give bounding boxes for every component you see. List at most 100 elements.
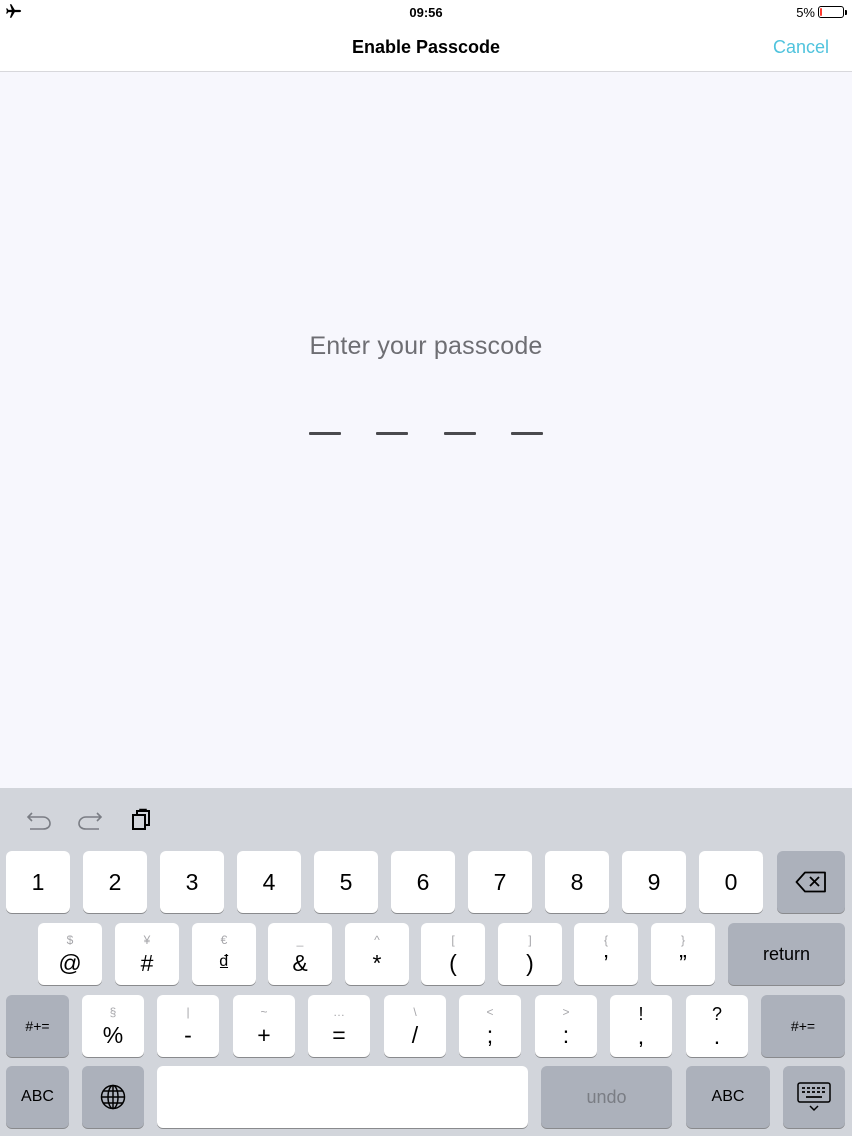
key-alt-label: … bbox=[333, 1004, 345, 1019]
key-label: . bbox=[713, 1022, 721, 1049]
key-alt-label: > bbox=[562, 1004, 570, 1019]
key-quote[interactable]: }” bbox=[651, 923, 715, 985]
key-label: + bbox=[257, 1021, 271, 1048]
globe-button[interactable] bbox=[82, 1066, 144, 1128]
key-label: = bbox=[332, 1021, 346, 1048]
status-bar: 09:56 5% bbox=[0, 0, 852, 24]
key-alt-label: € bbox=[220, 932, 228, 947]
return-label: return bbox=[762, 943, 811, 964]
undo-button[interactable]: undo bbox=[541, 1066, 672, 1128]
key-alt-label: § bbox=[109, 1004, 117, 1019]
symbols-shift-left[interactable]: #+= bbox=[6, 995, 69, 1057]
key-alt-label: $ bbox=[66, 932, 74, 947]
key-minus[interactable]: | - bbox=[157, 995, 219, 1057]
battery-icon bbox=[818, 6, 847, 18]
key-label: # bbox=[140, 949, 154, 976]
key-alt-label: \ bbox=[413, 1004, 417, 1019]
symbols-shift-label: #+= bbox=[790, 1018, 816, 1034]
key-label: ₫ bbox=[218, 949, 230, 976]
key-slash[interactable]: \ / bbox=[384, 995, 446, 1057]
abc-label: ABC bbox=[711, 1088, 745, 1105]
paste-icon[interactable] bbox=[127, 806, 155, 834]
header-area: 09:56 5% Enable Passcode Cancel bbox=[0, 0, 852, 72]
key-label: 4 bbox=[262, 868, 276, 895]
abc-label: ABC bbox=[21, 1088, 54, 1105]
key-label: ” bbox=[679, 949, 687, 976]
battery-indicator: 5% bbox=[796, 4, 847, 20]
key-alt-label: _ bbox=[296, 932, 304, 947]
key-alt-label: ~ bbox=[260, 1004, 268, 1019]
passcode-field[interactable] bbox=[309, 432, 543, 436]
key-plus[interactable]: ~ + bbox=[233, 995, 295, 1057]
symbols-shift-right[interactable]: #+= bbox=[761, 995, 845, 1057]
key-asterisk[interactable]: ^ * bbox=[345, 923, 409, 985]
key-label: , bbox=[637, 1022, 645, 1049]
keyboard-dismiss-icon bbox=[797, 1082, 831, 1112]
key-equals[interactable]: … = bbox=[308, 995, 370, 1057]
key-2[interactable]: 2 bbox=[83, 851, 147, 913]
undo-icon[interactable] bbox=[25, 806, 53, 834]
key-alt-label: ] bbox=[528, 932, 532, 947]
passcode-digit-4 bbox=[510, 432, 543, 435]
key-close-paren[interactable]: ]) bbox=[498, 923, 562, 985]
delete-icon bbox=[795, 871, 826, 893]
key-6[interactable]: 6 bbox=[391, 851, 455, 913]
key-percent[interactable]: §% bbox=[82, 995, 144, 1057]
status-time: 09:56 bbox=[409, 5, 443, 20]
key-label: ’ bbox=[603, 949, 609, 976]
key-label: ) bbox=[526, 949, 534, 976]
redo-icon[interactable] bbox=[76, 806, 104, 834]
key-label: * bbox=[372, 949, 382, 976]
key-alt-label: [ bbox=[451, 932, 455, 947]
key-alt-label: { bbox=[603, 932, 608, 947]
passcode-prompt: Enter your passcode bbox=[309, 332, 543, 360]
key-label: 8 bbox=[570, 868, 584, 895]
key-semicolon[interactable]: <; bbox=[459, 995, 521, 1057]
return-button[interactable]: return bbox=[728, 923, 845, 985]
key-7[interactable]: 7 bbox=[468, 851, 532, 913]
key-apostrophe[interactable]: {’ bbox=[574, 923, 638, 985]
passcode-digit-1 bbox=[309, 432, 341, 435]
key-hash[interactable]: ¥ # bbox=[115, 923, 179, 985]
key-label: 7 bbox=[493, 868, 507, 895]
key-4[interactable]: 4 bbox=[237, 851, 301, 913]
key-9[interactable]: 9 bbox=[622, 851, 686, 913]
key-alt-label: } bbox=[680, 932, 685, 947]
abc-button-right[interactable]: ABC bbox=[686, 1066, 770, 1128]
key-label: 9 bbox=[647, 868, 661, 895]
key-colon[interactable]: >: bbox=[535, 995, 597, 1057]
battery-percent: 5% bbox=[796, 4, 815, 20]
key-label: : bbox=[562, 1021, 570, 1048]
key-5[interactable]: 5 bbox=[314, 851, 378, 913]
key-alt-label: ? bbox=[711, 1003, 722, 1024]
page-title: Enable Passcode bbox=[351, 37, 501, 57]
dismiss-keyboard-button[interactable] bbox=[783, 1066, 845, 1128]
key-alt-label: ¥ bbox=[143, 932, 151, 947]
key-dong[interactable]: € ₫ bbox=[192, 923, 256, 985]
key-3[interactable]: 3 bbox=[160, 851, 224, 913]
key-label: - bbox=[184, 1021, 192, 1048]
key-alt-label: | bbox=[186, 1004, 190, 1019]
cancel-button[interactable]: Cancel bbox=[773, 37, 829, 58]
key-comma[interactable]: !, bbox=[610, 995, 672, 1057]
key-alt-label: < bbox=[486, 1004, 494, 1019]
space-bar[interactable] bbox=[157, 1066, 528, 1128]
key-period[interactable]: ?. bbox=[686, 995, 748, 1057]
key-alt-label: ^ bbox=[374, 932, 380, 947]
key-1[interactable]: 1 bbox=[6, 851, 70, 913]
key-ampersand[interactable]: _ & bbox=[268, 923, 332, 985]
key-0[interactable]: 0 bbox=[699, 851, 763, 913]
symbols-shift-label: #+= bbox=[25, 1018, 50, 1034]
delete-button[interactable] bbox=[777, 851, 845, 913]
globe-icon bbox=[100, 1084, 126, 1110]
key-label: 3 bbox=[185, 868, 199, 895]
key-at[interactable]: $ @ bbox=[38, 923, 102, 985]
key-label: & bbox=[292, 949, 308, 976]
key-label: 6 bbox=[416, 868, 430, 895]
undo-label: undo bbox=[586, 1086, 627, 1107]
key-open-paren[interactable]: [( bbox=[421, 923, 485, 985]
key-label: ; bbox=[486, 1021, 494, 1048]
key-8[interactable]: 8 bbox=[545, 851, 609, 913]
key-alt-label: ! bbox=[638, 1003, 644, 1024]
abc-button-left[interactable]: ABC bbox=[6, 1066, 69, 1128]
